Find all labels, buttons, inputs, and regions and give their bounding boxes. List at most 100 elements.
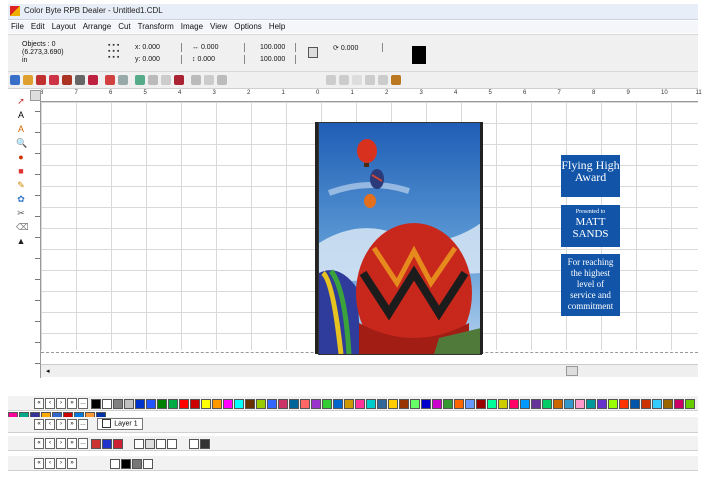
palette-color-swatch[interactable] xyxy=(256,399,267,409)
reference-point-grid-icon[interactable]: ▪ ▪ ▪ ▪ ▪ ▪ ▪ ▪ ▪ xyxy=(108,42,128,63)
height-field[interactable]: 0.000 xyxy=(197,56,215,63)
palette-color-swatch[interactable] xyxy=(289,399,300,409)
art-text-tool-icon[interactable]: A xyxy=(16,124,26,134)
award-reason-box[interactable]: For reaching the highest level of servic… xyxy=(561,254,620,316)
combine-icon[interactable] xyxy=(161,75,171,85)
palette-color-swatch[interactable] xyxy=(531,399,542,409)
contour-tool-icon[interactable]: ✿ xyxy=(16,194,26,204)
fill-red-icon[interactable] xyxy=(91,439,102,449)
lock-ratio-icon[interactable] xyxy=(308,47,318,58)
palette-first-button[interactable]: « xyxy=(34,398,44,409)
palette-color-swatch[interactable] xyxy=(102,399,113,409)
group-icon[interactable] xyxy=(135,75,145,85)
thin-line-icon[interactable] xyxy=(167,439,178,449)
award-title-box[interactable]: Flying High Award xyxy=(561,155,620,197)
palette-color-swatch[interactable] xyxy=(443,399,454,409)
cut-to-plotter-icon[interactable] xyxy=(88,75,98,85)
fill-prev-button[interactable]: ‹ xyxy=(45,438,55,449)
menu-options[interactable]: Options xyxy=(234,21,262,33)
fill-tool-icon[interactable]: ■ xyxy=(16,166,26,176)
shape-tool-icon[interactable]: ● xyxy=(16,152,26,162)
scale-y-spinner[interactable] xyxy=(295,55,302,64)
export-icon[interactable] xyxy=(62,75,72,85)
palette-color-swatch[interactable] xyxy=(487,399,498,409)
palette-color-swatch[interactable] xyxy=(399,399,410,409)
palette-color-swatch[interactable] xyxy=(520,399,531,409)
palette-color-swatch[interactable] xyxy=(377,399,388,409)
palette-color-swatch[interactable] xyxy=(124,399,135,409)
menu-arrange[interactable]: Arrange xyxy=(83,21,111,33)
palette-color-swatch[interactable] xyxy=(608,399,619,409)
gray-prev-button[interactable]: ‹ xyxy=(45,458,55,469)
y-field[interactable]: 0.000 xyxy=(142,56,160,63)
gray-last-button[interactable]: » xyxy=(67,458,77,469)
palette-color-swatch[interactable] xyxy=(322,399,333,409)
mirror-icon[interactable] xyxy=(365,75,376,85)
gray-swatch-black[interactable] xyxy=(121,459,132,469)
pick-tool-icon[interactable]: ➚ xyxy=(16,96,26,106)
menu-transform[interactable]: Transform xyxy=(138,21,174,33)
order-icon[interactable] xyxy=(217,75,227,85)
palette-color-swatch[interactable] xyxy=(388,399,399,409)
palette-color-swatch[interactable] xyxy=(542,399,553,409)
image-tool-icon[interactable]: ▲ xyxy=(16,236,26,246)
gray-swatch-none[interactable] xyxy=(110,459,121,469)
palette-color-swatch[interactable] xyxy=(344,399,355,409)
open-file-icon[interactable] xyxy=(23,75,33,85)
palette-color-swatch[interactable] xyxy=(91,399,102,409)
eraser-tool-icon[interactable]: ⌫ xyxy=(16,222,29,232)
menu-view[interactable]: View xyxy=(210,21,227,33)
scroll-thumb[interactable] xyxy=(566,366,578,376)
new-file-icon[interactable] xyxy=(10,75,20,85)
palette-color-swatch[interactable] xyxy=(564,399,575,409)
palette-color-swatch[interactable] xyxy=(157,399,168,409)
text-tool-icon[interactable]: A xyxy=(16,110,26,120)
palette-color-swatch[interactable] xyxy=(410,399,421,409)
fill-last-button[interactable]: » xyxy=(67,438,77,449)
scale-y-field[interactable]: 100.000 xyxy=(260,55,285,64)
move-icon[interactable] xyxy=(326,75,337,85)
outline-icon[interactable] xyxy=(145,439,156,449)
arc-icon[interactable] xyxy=(352,75,363,85)
scale-x-spinner[interactable] xyxy=(295,43,302,52)
x-field[interactable]: 0.000 xyxy=(142,44,160,51)
palette-color-swatch[interactable] xyxy=(267,399,278,409)
palette-color-swatch[interactable] xyxy=(333,399,344,409)
palette-color-swatch[interactable] xyxy=(300,399,311,409)
fill-first-button[interactable]: « xyxy=(34,438,44,449)
width-spinner[interactable] xyxy=(244,43,251,52)
gray-first-button[interactable]: « xyxy=(34,458,44,469)
layer-last-button[interactable]: » xyxy=(67,419,77,430)
layer-tab[interactable]: Layer 1 xyxy=(97,418,143,430)
knife-tool-icon[interactable]: ✂ xyxy=(16,208,26,218)
undo-icon[interactable] xyxy=(105,75,115,85)
node-edit-icon[interactable] xyxy=(339,75,350,85)
pattern-b-icon[interactable] xyxy=(199,439,210,449)
palette-color-swatch[interactable] xyxy=(245,399,256,409)
save-icon[interactable] xyxy=(36,75,46,85)
menu-image[interactable]: Image xyxy=(181,21,203,33)
layer-first-button[interactable]: « xyxy=(34,419,44,430)
menu-edit[interactable]: Edit xyxy=(31,21,45,33)
palette-color-swatch[interactable] xyxy=(465,399,476,409)
print-icon[interactable] xyxy=(75,75,85,85)
weld-icon[interactable] xyxy=(174,75,184,85)
award-recipient-box[interactable]: Presented to MATT SANDS xyxy=(561,205,620,247)
palette-color-swatch[interactable] xyxy=(685,399,696,409)
palette-color-swatch[interactable] xyxy=(432,399,443,409)
palette-color-swatch[interactable] xyxy=(553,399,564,409)
pattern-a-icon[interactable] xyxy=(188,439,199,449)
menu-layout[interactable]: Layout xyxy=(52,21,76,33)
palette-color-swatch[interactable] xyxy=(476,399,487,409)
layer-visibility-icon[interactable] xyxy=(102,419,112,428)
effects-icon[interactable] xyxy=(391,75,402,85)
palette-color-swatch[interactable] xyxy=(234,399,245,409)
palette-prev-button[interactable]: ‹ xyxy=(45,398,55,409)
horizontal-scrollbar[interactable]: ◂ xyxy=(41,364,698,377)
color-preview-box[interactable] xyxy=(412,46,426,64)
palette-color-swatch[interactable] xyxy=(421,399,432,409)
fill-more-button[interactable]: … xyxy=(78,438,88,449)
palette-color-swatch[interactable] xyxy=(630,399,641,409)
zoom-tool-icon[interactable]: 🔍 xyxy=(16,138,27,148)
palette-last-button[interactable]: » xyxy=(67,398,77,409)
